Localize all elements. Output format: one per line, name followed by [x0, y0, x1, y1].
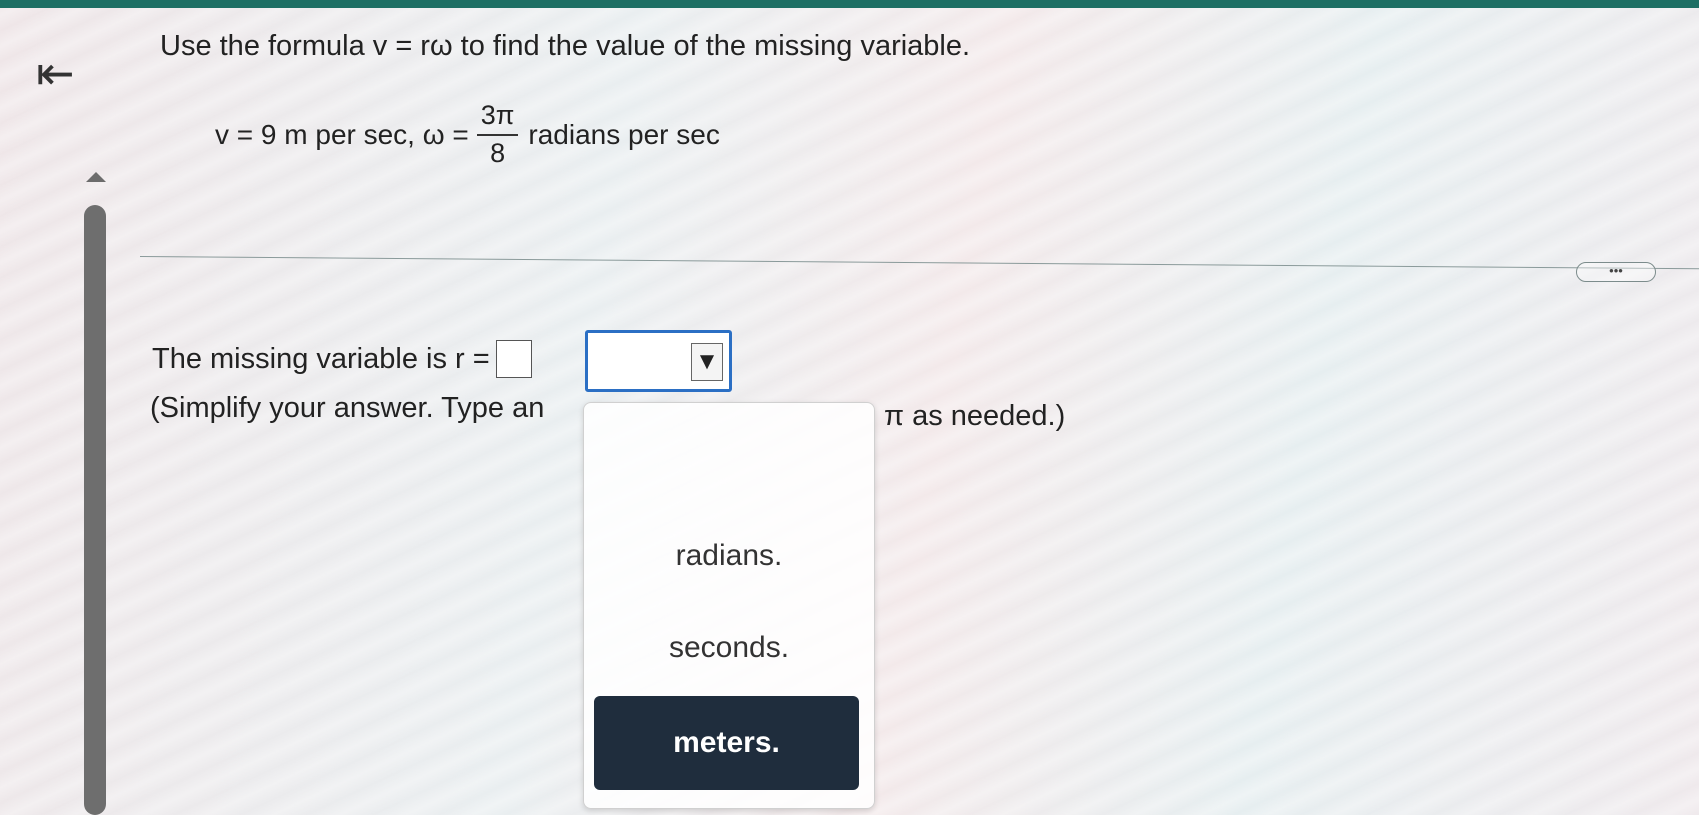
- scrollbar[interactable]: [84, 205, 106, 815]
- dropdown-arrow-icon[interactable]: ▼: [691, 343, 723, 381]
- hint-text-end: π as needed.): [884, 400, 1066, 432]
- answer-line: The missing variable is r =: [152, 340, 532, 378]
- scroll-up-arrow-icon[interactable]: [86, 172, 106, 182]
- given-values: v = 9 m per sec, ω = 3π 8 radians per se…: [215, 100, 720, 170]
- hint-text-start: (Simplify your answer. Type an: [150, 392, 545, 424]
- unit-dropdown-menu: radians. seconds. meters.: [583, 402, 875, 809]
- more-options-button[interactable]: •••: [1576, 262, 1656, 282]
- option-radians[interactable]: radians.: [584, 539, 874, 573]
- collapse-left-icon[interactable]: ⇤: [36, 48, 86, 98]
- answer-input[interactable]: [495, 340, 532, 378]
- top-bar: [0, 0, 1699, 8]
- given-velocity: v = 9 m per sec, ω =: [215, 119, 469, 150]
- fraction-denominator: 8: [490, 138, 506, 168]
- answer-prompt: The missing variable is r =: [152, 342, 490, 375]
- option-seconds[interactable]: seconds.: [584, 631, 874, 665]
- section-divider: [139, 256, 1699, 270]
- given-units: radians per sec: [528, 119, 720, 150]
- fraction-numerator: 3π: [476, 100, 519, 136]
- option-meters[interactable]: meters.: [594, 696, 859, 790]
- omega-fraction: 3π 8: [476, 100, 519, 170]
- problem-instruction: Use the formula v = rω to find the value…: [160, 30, 971, 62]
- unit-select[interactable]: ▼: [585, 330, 732, 392]
